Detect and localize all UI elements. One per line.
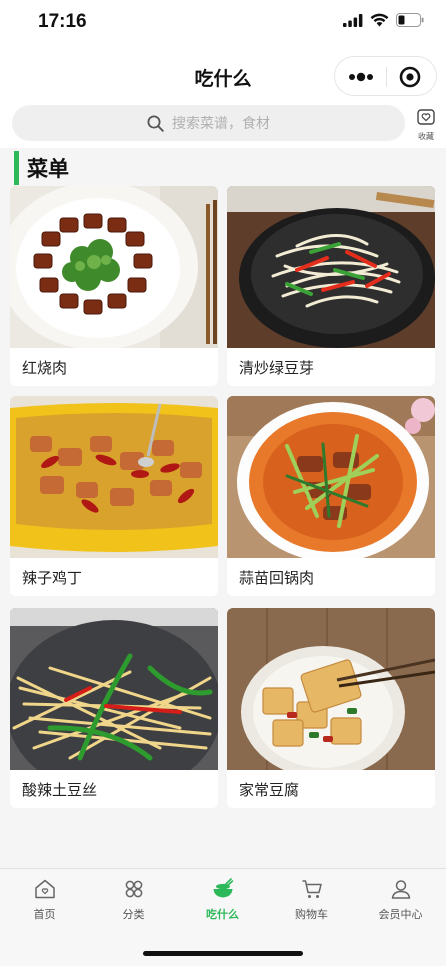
tab-label: 购物车	[295, 908, 328, 921]
status-time: 17:16	[38, 11, 87, 32]
search-bar[interactable]: 搜索菜谱，食材	[12, 105, 405, 141]
tab-label: 首页	[33, 908, 56, 921]
dish-card-douya[interactable]: 清炒绿豆芽	[227, 186, 435, 386]
dish-grid: 红烧肉 清炒绿豆芽 辣子鸡丁 蒜苗回锅肉 酸辣土豆丝 家常豆腐	[0, 186, 446, 810]
signal-icon	[343, 13, 363, 27]
close-target-icon[interactable]	[399, 66, 421, 88]
dish-name: 酸辣土豆丝	[22, 781, 98, 799]
tab-cart[interactable]: 购物车	[267, 877, 356, 922]
dish-card-tudousi[interactable]: 酸辣土豆丝	[10, 608, 218, 808]
dish-name: 红烧肉	[22, 359, 68, 377]
cart-icon	[302, 880, 322, 898]
dish-name: 辣子鸡丁	[22, 569, 83, 587]
dish-name: 蒜苗回锅肉	[239, 569, 315, 587]
tab-member-center[interactable]: 会员中心	[356, 877, 445, 922]
home-indicator[interactable]	[143, 951, 303, 956]
dish-photo	[227, 186, 435, 348]
favorites-button[interactable]: 收藏	[412, 108, 440, 141]
search-icon	[147, 115, 164, 132]
dish-photo	[227, 608, 435, 770]
tab-what-to-eat[interactable]: 吃什么	[178, 877, 267, 922]
bowl-icon	[213, 878, 233, 898]
favorites-label: 收藏	[418, 132, 434, 141]
section-title: 菜单	[27, 157, 69, 181]
battery-icon	[396, 13, 424, 27]
wifi-icon	[370, 13, 389, 27]
user-icon	[391, 880, 410, 899]
status-bar: 17:16	[0, 0, 446, 48]
capsule-divider	[386, 67, 387, 87]
favorites-icon	[417, 109, 435, 125]
dish-name: 家常豆腐	[239, 781, 300, 799]
dish-card-laziji[interactable]: 辣子鸡丁	[10, 396, 218, 596]
tab-label: 会员中心	[378, 908, 423, 921]
tab-category[interactable]: 分类	[89, 877, 178, 922]
dish-card-doufu[interactable]: 家常豆腐	[227, 608, 435, 808]
top-bar: 17:16 吃什么 搜索菜谱，食材 收藏	[0, 0, 446, 148]
category-icon	[125, 880, 142, 898]
section-header: 菜单	[14, 151, 69, 185]
dish-photo	[10, 186, 218, 348]
dish-photo	[10, 396, 218, 558]
search-placeholder: 搜索菜谱，食材	[172, 116, 270, 132]
mini-program-capsule	[334, 56, 437, 96]
home-icon	[34, 879, 55, 899]
tab-label: 吃什么	[206, 908, 239, 921]
dish-name: 清炒绿豆芽	[239, 359, 315, 377]
more-icon[interactable]	[347, 69, 375, 85]
dish-photo	[227, 396, 435, 558]
tab-home[interactable]: 首页	[0, 877, 89, 922]
dish-photo	[10, 608, 218, 770]
section-accent-bar	[14, 151, 19, 185]
dish-card-hongshaorou[interactable]: 红烧肉	[10, 186, 218, 386]
dish-card-huiguorou[interactable]: 蒜苗回锅肉	[227, 396, 435, 596]
tab-label: 分类	[122, 908, 145, 921]
status-icons	[343, 13, 424, 27]
